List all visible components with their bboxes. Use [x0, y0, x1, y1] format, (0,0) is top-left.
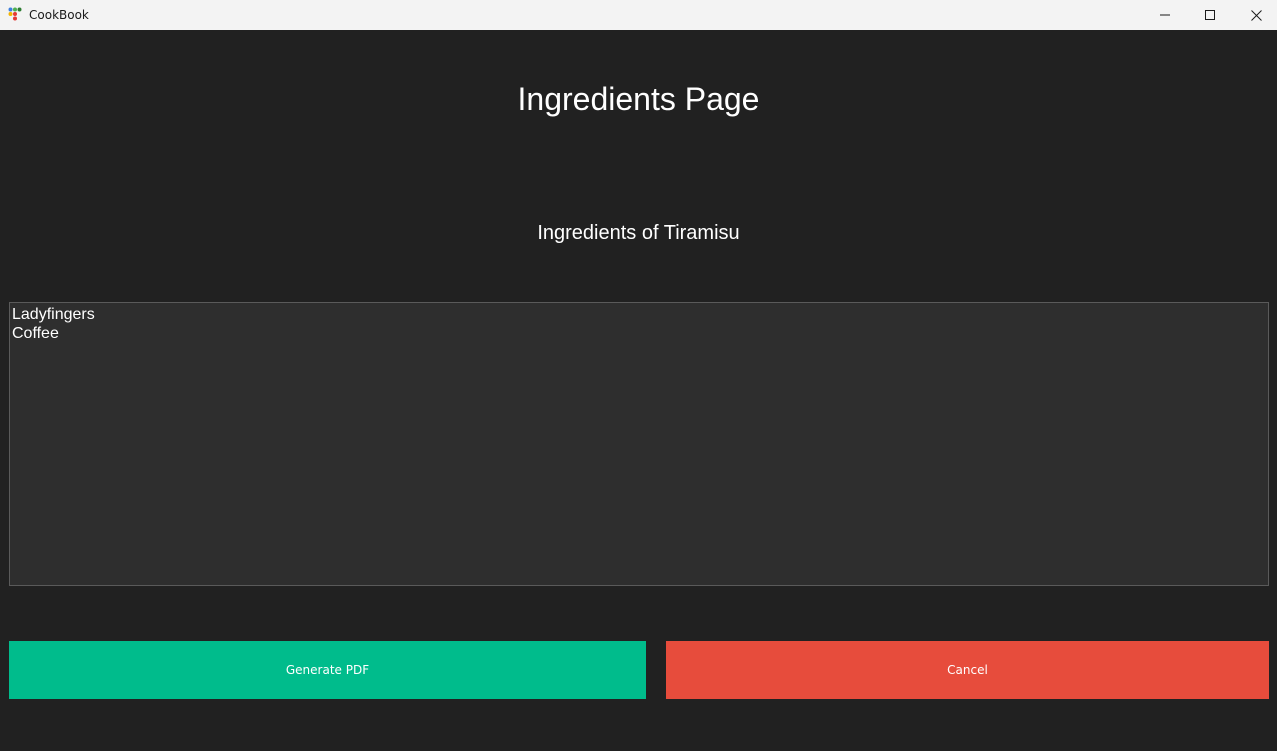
title-bar[interactable]: CookBook — [0, 0, 1277, 30]
ingredients-textbox[interactable]: Ladyfingers Coffee — [9, 302, 1269, 586]
minimize-button[interactable] — [1142, 0, 1188, 30]
recipe-heading: Ingredients of Tiramisu — [537, 222, 740, 244]
generate-pdf-button[interactable]: Generate PDF — [9, 641, 646, 699]
cancel-button[interactable]: Cancel — [666, 641, 1269, 699]
close-button[interactable] — [1233, 0, 1277, 30]
minimize-icon — [1160, 14, 1170, 16]
ingredient-item: Ladyfingers — [12, 306, 95, 323]
app-window: CookBook Ingredients Page Ingredients of… — [0, 0, 1277, 751]
ingredient-item: Coffee — [12, 325, 59, 342]
page-title: Ingredients Page — [517, 81, 760, 117]
window-title: CookBook — [29, 8, 89, 22]
app-icon — [8, 7, 22, 21]
maximize-icon — [1205, 10, 1215, 20]
maximize-button[interactable] — [1187, 0, 1233, 30]
close-icon — [1250, 9, 1262, 21]
ingredients-list: Ladyfingers Coffee — [10, 303, 1268, 345]
